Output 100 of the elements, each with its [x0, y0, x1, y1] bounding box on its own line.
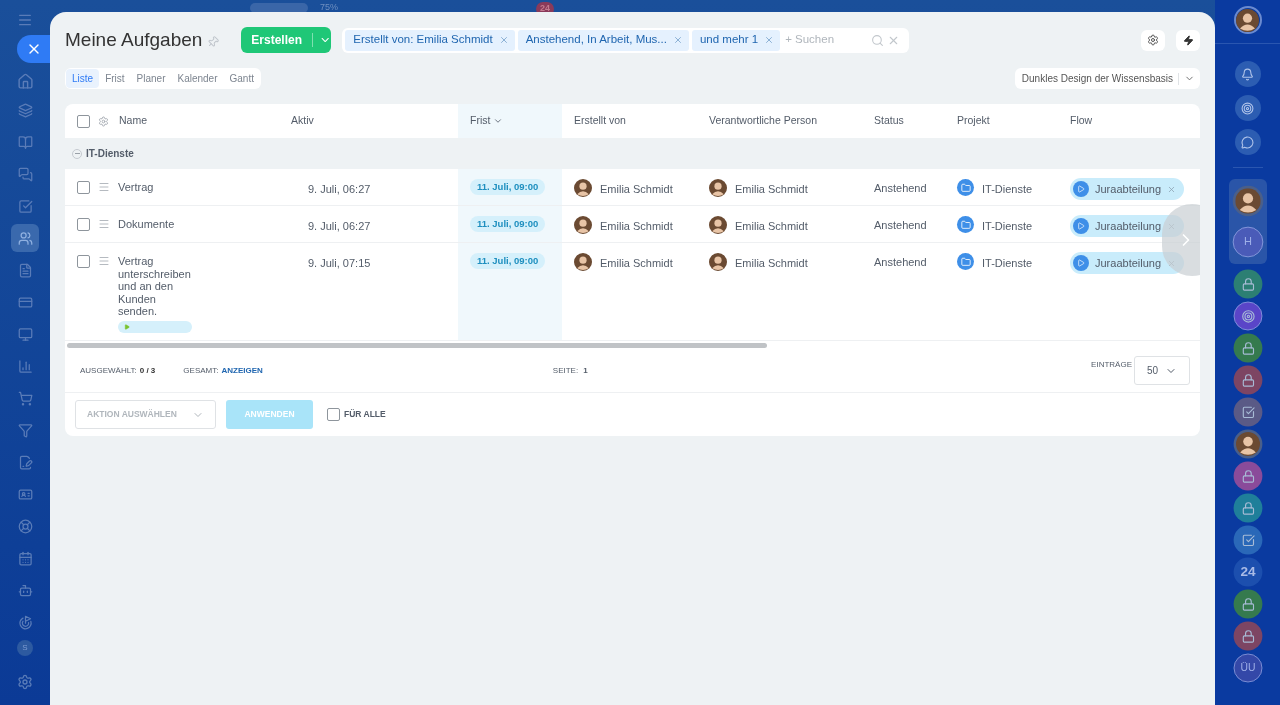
chat-search-button[interactable] — [1234, 129, 1261, 155]
zoom-level: 75% — [320, 1, 338, 15]
nav-item[interactable] — [11, 224, 39, 252]
settings-icon[interactable] — [17, 674, 33, 690]
person-name[interactable]: Emilia Schmidt — [735, 218, 808, 235]
avatar — [1234, 188, 1261, 214]
row-checkbox[interactable] — [77, 218, 90, 231]
filter-chip[interactable]: Erstellt von: Emilia Schmidt — [345, 29, 515, 51]
users-icon — [17, 230, 33, 246]
chat-icon — [17, 166, 33, 182]
search-icon[interactable] — [871, 33, 885, 47]
locked-chat-button[interactable] — [1233, 589, 1262, 619]
task-chat-button[interactable] — [1233, 525, 1262, 555]
column-header[interactable]: Name — [119, 113, 147, 129]
column-header[interactable]: Status — [874, 113, 904, 129]
flow-tag[interactable]: Juraabteilung — [1070, 178, 1185, 200]
task-name[interactable]: Vertrag unterschreiben und an den Kunden senden. — [118, 255, 198, 318]
task-chat-button[interactable] — [1233, 397, 1262, 427]
task-name[interactable]: Vertrag — [118, 181, 198, 194]
filter-chip[interactable]: Anstehend, In Arbeit, Mus... — [517, 29, 689, 51]
project-link[interactable]: IT-Dienste — [982, 255, 1033, 272]
column-header[interactable]: Projekt — [957, 113, 990, 129]
book-icon — [17, 134, 33, 150]
swirl-icon — [1240, 309, 1255, 323]
chart-icon — [17, 358, 33, 374]
copilot-button[interactable] — [1234, 95, 1261, 121]
menu-icon[interactable] — [17, 12, 33, 28]
person-name[interactable]: Emilia Schmidt — [735, 255, 808, 272]
task-name[interactable]: Dokumente — [118, 218, 198, 231]
initials-avatar[interactable]: ÜU — [1233, 653, 1262, 683]
locked-chat-button[interactable] — [1233, 365, 1262, 395]
locked-chat-button[interactable] — [1233, 333, 1262, 363]
view-tab[interactable]: Frist — [99, 69, 131, 88]
project-link[interactable]: IT-Dienste — [982, 181, 1033, 198]
person-name[interactable]: Emilia Schmidt — [735, 181, 808, 198]
total-label: GESAMT: — [183, 364, 219, 377]
column-header[interactable]: Flow — [1070, 113, 1093, 129]
filter-search-field[interactable]: Erstellt von: Emilia Schmidt Anstehend, In Arbeit, Mus... und mehr 1 + Suchen — [342, 27, 910, 53]
close-button[interactable] — [17, 35, 51, 63]
entries-label: EINTRÄGE — [1091, 359, 1132, 371]
locked-chat-button[interactable] — [1233, 493, 1262, 523]
chat-counter[interactable]: 24 — [1233, 557, 1262, 587]
column-header[interactable]: Erstellt von — [574, 113, 626, 129]
notifications-button[interactable] — [1234, 61, 1261, 87]
entries-select[interactable]: 50 — [1134, 356, 1190, 385]
robot-icon — [17, 582, 33, 598]
flow-icon — [1073, 218, 1089, 234]
row-checkbox[interactable] — [77, 255, 90, 268]
settings-icon[interactable] — [98, 115, 109, 127]
avatar — [1236, 8, 1259, 32]
automation-button[interactable] — [1176, 29, 1200, 51]
timer-button[interactable] — [118, 320, 192, 333]
deadline-badge[interactable]: 11. Juli, 09:00 — [470, 216, 546, 232]
drag-handle-icon[interactable] — [98, 255, 110, 267]
for-all-label: FÜR ALLE — [344, 408, 386, 421]
view-tab[interactable]: Liste — [66, 69, 100, 88]
locked-chat-button[interactable] — [1233, 621, 1262, 651]
select-all-checkbox[interactable] — [77, 114, 90, 128]
remove-icon[interactable] — [1167, 184, 1177, 194]
signature-icon — [17, 454, 33, 470]
card-icon — [17, 294, 33, 310]
project-link[interactable]: IT-Dienste — [982, 218, 1033, 235]
column-header[interactable]: Aktiv — [291, 113, 314, 129]
view-tab[interactable]: Kalender — [171, 69, 224, 88]
bell-icon — [1241, 67, 1254, 81]
avatar — [709, 216, 727, 234]
selected-count: 0 / 3 — [139, 364, 156, 377]
person-name[interactable]: Emilia Schmidt — [600, 218, 673, 235]
locked-chat-button[interactable] — [1233, 269, 1262, 299]
theme-select[interactable]: Dunkles Design der Wissensbasis — [1014, 68, 1200, 89]
show-total-link[interactable]: ANZEIGEN — [221, 364, 263, 377]
funnel-icon — [17, 422, 33, 438]
filter-chip[interactable]: und mehr 1 — [691, 29, 781, 51]
row-checkbox[interactable] — [77, 181, 90, 194]
person-name[interactable]: Emilia Schmidt — [600, 255, 673, 272]
column-header[interactable]: Verantwortliche Person — [709, 113, 817, 129]
locked-chat-button[interactable] — [1233, 461, 1262, 491]
page-number: 1 — [583, 364, 588, 377]
table-cell: 9. Juli, 06:27 — [308, 183, 371, 195]
sort-icon — [493, 116, 504, 126]
view-tab[interactable]: Gantt — [223, 69, 260, 88]
gear-icon — [1147, 34, 1159, 46]
avatar — [709, 253, 727, 271]
deadline-badge[interactable]: 11. Juli, 09:00 — [470, 179, 546, 195]
page-label: SEITE: — [552, 364, 579, 377]
lifebuoy-icon — [17, 518, 33, 534]
drag-handle-icon[interactable] — [98, 218, 110, 230]
for-all-checkbox[interactable] — [327, 408, 340, 421]
column-header[interactable]: Frist — [470, 113, 504, 129]
lock-icon — [1240, 597, 1255, 611]
deadline-badge[interactable]: 11. Juli, 09:00 — [470, 253, 546, 269]
drag-handle-icon[interactable] — [98, 181, 110, 193]
selected-label: AUSGEWÄHLT: — [80, 364, 137, 377]
view-tab[interactable]: Planer — [130, 69, 172, 88]
settings-button[interactable] — [1141, 29, 1165, 51]
home-icon[interactable] — [16, 73, 34, 90]
person-name[interactable]: Emilia Schmidt — [600, 181, 673, 198]
chat-bubble-icon — [1241, 135, 1254, 149]
scrollbar-thumb[interactable] — [67, 342, 767, 348]
swirl-chat-button[interactable] — [1233, 301, 1262, 331]
